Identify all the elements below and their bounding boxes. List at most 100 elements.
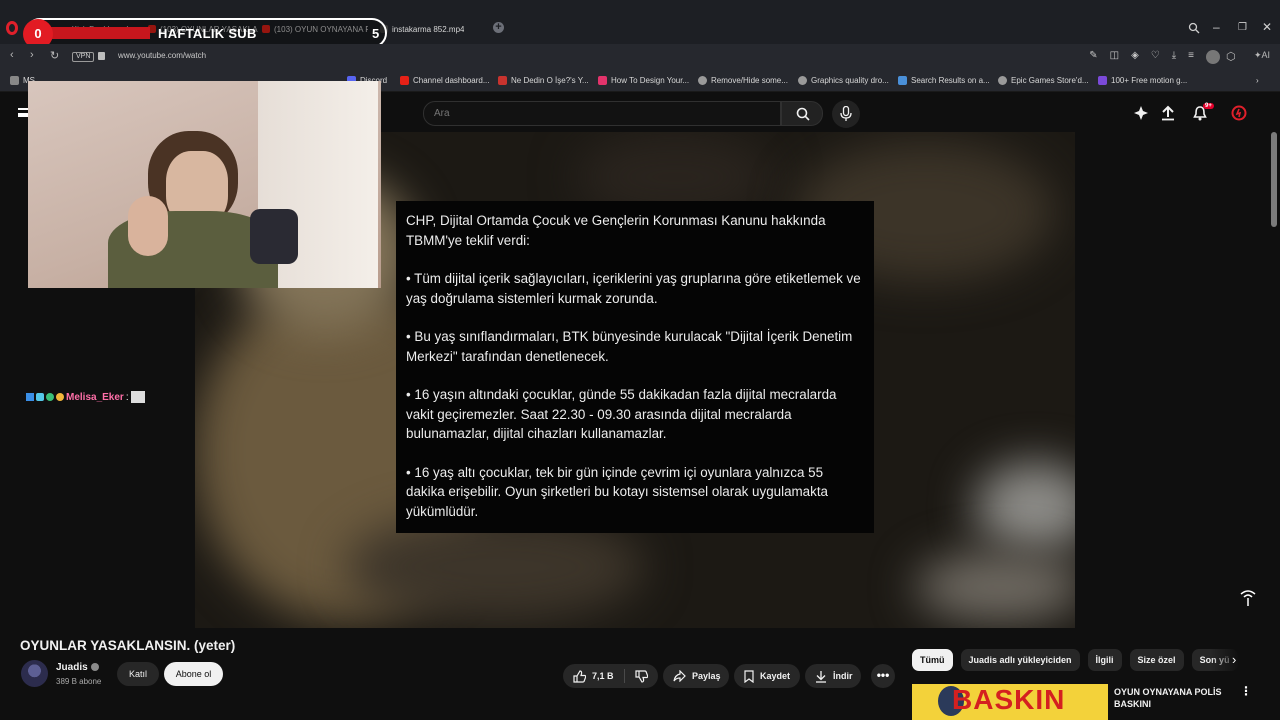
subscribe-button[interactable]: Abone ol	[164, 662, 223, 686]
search-input[interactable]	[423, 101, 781, 126]
upload-icon[interactable]	[1160, 105, 1176, 121]
chat-separator: :	[125, 391, 129, 403]
reload-icon[interactable]: ↻	[50, 49, 59, 62]
back-icon[interactable]: ‹	[10, 49, 14, 61]
share-icon	[673, 670, 686, 682]
page-scrollbar[interactable]	[1271, 132, 1277, 227]
bookmark-remove-hide[interactable]: Remove/Hide some...	[698, 76, 788, 85]
streamer-webcam	[28, 81, 381, 288]
channel-name[interactable]: Juadis	[56, 662, 99, 673]
thumbnail-text: BASKIN	[952, 684, 1066, 715]
bookmark-icon	[598, 76, 607, 85]
dislike-button[interactable]	[625, 664, 658, 688]
like-button[interactable]: 7,1 B	[563, 664, 624, 688]
webcam-hand	[128, 196, 168, 256]
download-button[interactable]: İndir	[805, 664, 861, 688]
share-button[interactable]: Paylaş	[663, 664, 729, 688]
close-icon[interactable]: ✕	[1262, 20, 1272, 34]
lock-icon[interactable]	[98, 52, 105, 60]
news-paragraph: CHP, Dijital Ortamda Çocuk ve Gençlerin …	[406, 213, 826, 248]
search-tabs-icon[interactable]	[1188, 22, 1200, 34]
youtube-icon	[400, 76, 409, 85]
edit-icon[interactable]: ✎	[1089, 50, 1097, 64]
menu-lines-icon[interactable]: ≡	[1188, 50, 1194, 64]
camera-icon[interactable]: ◫	[1110, 50, 1119, 64]
voice-search-button[interactable]	[832, 100, 860, 128]
kebab-menu-icon[interactable]: ⋮	[1240, 684, 1252, 698]
bookmark-ne-dedin[interactable]: Ne Dedin O İşe?'s Y...	[498, 76, 589, 85]
bookmark-icon	[1098, 76, 1107, 85]
chat-message: Melisa_Eker :	[26, 391, 145, 403]
save-button[interactable]: Kaydet	[734, 664, 800, 688]
restore-icon[interactable]: ❐	[1238, 22, 1247, 33]
account-avatar[interactable]	[1231, 105, 1247, 121]
chip-from-uploader[interactable]: Juadis adlı yükleyiciden	[960, 649, 1080, 671]
sub-goal-progress	[40, 27, 150, 39]
badge-icon	[36, 393, 44, 401]
sparkle-icon[interactable]	[1133, 105, 1149, 121]
bookmark-how-to-design[interactable]: How To Design Your...	[598, 76, 689, 85]
tab-instakarma[interactable]: instakarma 852.mp4	[380, 20, 464, 38]
search-button[interactable]	[781, 101, 823, 126]
heart-icon[interactable]: ♡	[1151, 50, 1160, 64]
profile-avatar[interactable]	[1206, 50, 1220, 64]
sub-goal-title: HAFTALIK SUB	[158, 26, 257, 41]
badge-icon	[56, 393, 64, 401]
search-icon	[796, 107, 810, 121]
tab-label: instakarma 852.mp4	[392, 24, 465, 34]
cast-icon[interactable]	[1238, 588, 1258, 608]
bookmark-graphics-quality[interactable]: Graphics quality dro...	[798, 76, 889, 85]
bookmark-icon	[10, 76, 19, 85]
chip-all[interactable]: Tümü	[912, 649, 953, 671]
address-bar-tools: ✎ ◫ ◈ ♡ ⤓ ≡	[1089, 50, 1220, 64]
download-icon	[816, 670, 826, 683]
news-paragraph: • Tüm dijital içerik sağlayıcıları, içer…	[406, 271, 861, 306]
badge-icon	[26, 393, 34, 401]
webcam-microphone	[250, 209, 298, 264]
sub-goal-target: 5	[372, 26, 380, 41]
like-dislike-group: 7,1 B	[563, 664, 658, 688]
related-chips: Tümü Juadis adlı yükleyiciden İlgili Siz…	[912, 649, 1238, 671]
bookmark-channel-dashboard[interactable]: Channel dashboard...	[400, 76, 490, 85]
video-title: OYUNLAR YASAKLANSIN. (yeter)	[20, 638, 236, 653]
download-icon[interactable]: ⤓	[1172, 50, 1176, 64]
bookmark-save-icon	[744, 669, 754, 683]
news-card: CHP, Dijital Ortamda Çocuk ve Gençlerin …	[396, 201, 874, 533]
emote-icon	[130, 391, 145, 403]
chip-for-you[interactable]: Size özel	[1129, 649, 1184, 671]
badge-icon	[46, 393, 54, 401]
bookmarks-more-icon[interactable]: ›	[1256, 76, 1259, 85]
ai-icon[interactable]: ✦AI	[1254, 50, 1270, 61]
url-field[interactable]: www.youtube.com/watch	[118, 51, 206, 60]
blurred-scene	[975, 462, 1075, 552]
microphone-icon	[840, 106, 852, 121]
chevron-right-icon[interactable]: ›	[1232, 652, 1236, 667]
blurred-scene	[915, 552, 1075, 622]
extension-icon[interactable]: ⬡	[1226, 50, 1236, 63]
opera-logo-icon[interactable]	[6, 21, 18, 35]
channel-avatar[interactable]	[21, 660, 48, 687]
bookmark-icon	[898, 76, 907, 85]
bookmark-free-motion[interactable]: 100+ Free motion g...	[1098, 76, 1187, 85]
new-tab-icon[interactable]: +	[493, 22, 504, 33]
recommended-video-title[interactable]: OYUN OYNAYANA POLİS BASKINI	[1114, 686, 1234, 710]
news-paragraph: • Bu yaş sınıflandırmaları, BTK bünyesin…	[406, 329, 853, 364]
chat-username: Melisa_Eker	[66, 391, 124, 403]
vpn-badge[interactable]: VPN	[72, 52, 95, 62]
more-actions-button[interactable]: •••	[871, 664, 895, 688]
bookmark-search-results[interactable]: Search Results on a...	[898, 76, 990, 85]
shield-icon[interactable]: ◈	[1131, 50, 1139, 64]
forward-icon[interactable]: ›	[30, 49, 34, 61]
join-button[interactable]: Katıl	[117, 662, 159, 686]
globe-icon	[798, 76, 807, 85]
chart-icon	[498, 76, 507, 85]
recommended-video-thumbnail[interactable]: BASKIN	[912, 684, 1108, 720]
minimize-icon[interactable]: –	[1213, 20, 1220, 34]
thumbs-down-icon	[634, 669, 648, 683]
bookmark-epic-games[interactable]: Epic Games Store'd...	[998, 76, 1089, 85]
verified-icon	[90, 663, 99, 671]
chip-related[interactable]: İlgili	[1087, 649, 1122, 671]
news-paragraph: • 16 yaş altı çocuklar, tek bir gün için…	[406, 464, 828, 519]
thumbs-up-icon	[573, 669, 586, 683]
notification-badge: 9+	[1203, 103, 1214, 109]
